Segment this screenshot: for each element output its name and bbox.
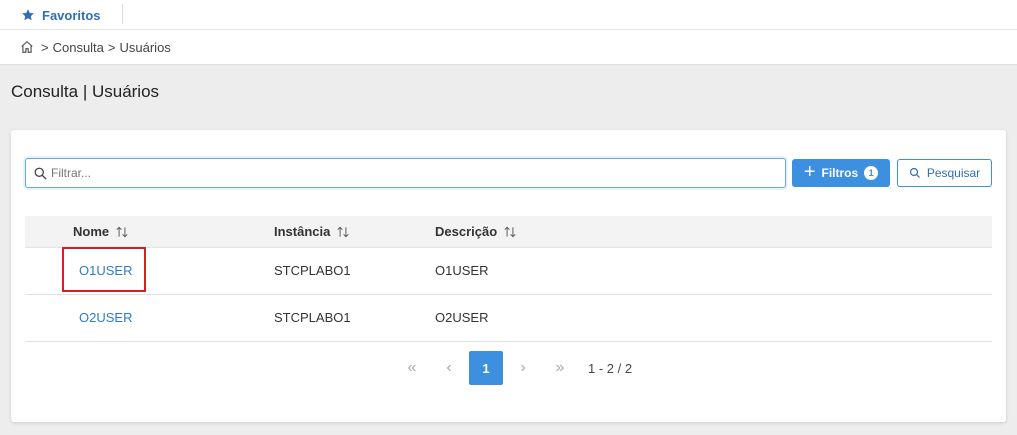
filter-input[interactable] xyxy=(51,166,751,180)
next-page-button[interactable]: › xyxy=(506,351,540,385)
users-table: Nome Instância Descrição O1USER STCPLABO… xyxy=(25,216,992,342)
filters-count-badge: 1 xyxy=(864,166,879,180)
first-page-button[interactable]: « xyxy=(395,351,429,385)
column-header-descricao[interactable]: Descrição xyxy=(435,224,517,239)
sort-icon xyxy=(504,226,516,237)
favorites-label: Favoritos xyxy=(42,7,101,23)
search-button[interactable]: Pesquisar xyxy=(897,159,992,187)
user-name-link[interactable]: O1USER xyxy=(79,263,132,278)
last-page-button[interactable]: » xyxy=(543,351,577,385)
description-cell: O2USER xyxy=(435,310,489,325)
filter-box[interactable] xyxy=(25,158,786,188)
search-button-label: Pesquisar xyxy=(926,166,981,180)
instance-cell: STCPLABO1 xyxy=(274,310,351,325)
column-label: Descrição xyxy=(435,224,498,239)
column-label: Instância xyxy=(274,224,331,239)
filters-label: Filtros xyxy=(821,166,859,180)
column-header-instancia[interactable]: Instância xyxy=(274,224,350,239)
sort-icon xyxy=(337,226,349,237)
breadcrumb: > Consulta > Usuários xyxy=(20,38,171,56)
topbar-divider xyxy=(122,4,123,24)
search-icon xyxy=(34,167,47,180)
home-icon[interactable] xyxy=(20,40,34,54)
table-header: Nome Instância Descrição xyxy=(25,216,992,248)
favorites-link[interactable]: Favoritos xyxy=(21,6,101,24)
page-title: Consulta | Usuários xyxy=(11,82,160,101)
top-bar: Favoritos xyxy=(0,0,1017,30)
filters-button[interactable]: + Filtros 1 xyxy=(792,159,890,187)
breadcrumb-separator: > xyxy=(41,39,49,55)
table-row[interactable]: O2USER STCPLABO1 O2USER xyxy=(25,295,992,342)
pagination: « ‹ 1 › » 1 - 2 / 2 xyxy=(395,351,632,385)
breadcrumb-item-consulta[interactable]: Consulta xyxy=(53,40,104,55)
plus-icon: + xyxy=(803,161,816,183)
prev-page-button[interactable]: ‹ xyxy=(432,351,466,385)
column-header-nome[interactable]: Nome xyxy=(73,224,129,239)
breadcrumb-item-usuarios: Usuários xyxy=(119,39,171,55)
column-label: Nome xyxy=(73,224,110,239)
description-cell: O1USER xyxy=(435,263,489,278)
pagination-info: 1 - 2 / 2 xyxy=(588,360,633,376)
star-icon xyxy=(22,9,34,21)
breadcrumb-bar: > Consulta > Usuários xyxy=(0,30,1017,65)
table-row[interactable]: O1USER STCPLABO1 O1USER xyxy=(25,247,992,295)
sort-icon xyxy=(116,226,128,237)
instance-cell: STCPLABO1 xyxy=(274,263,351,278)
user-name-link[interactable]: O2USER xyxy=(79,310,132,325)
results-card: + Filtros 1 Pesquisar Nome Instância Des… xyxy=(11,130,1006,422)
search-icon xyxy=(909,167,920,178)
page-button-1[interactable]: 1 xyxy=(469,351,503,385)
breadcrumb-separator: > xyxy=(107,39,116,55)
